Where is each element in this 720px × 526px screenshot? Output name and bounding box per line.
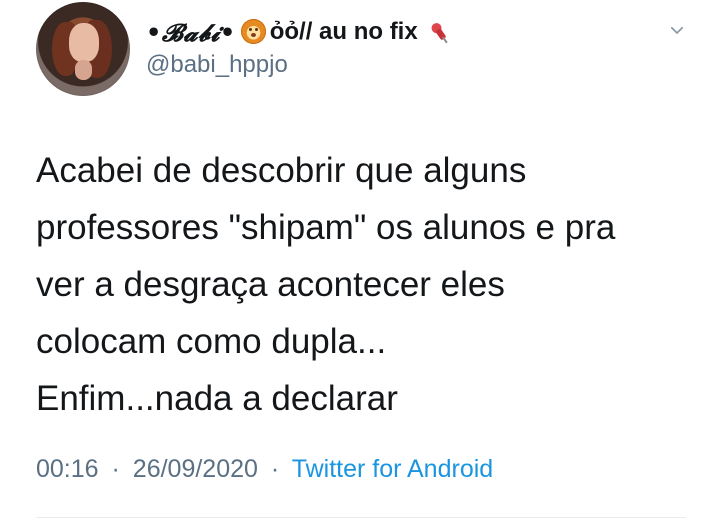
lion-nose [250,32,256,37]
username[interactable]: @babi_hppjo [146,51,288,79]
display-name: •𝓑𝓪𝓫𝓲• [146,17,236,47]
divider [36,517,686,518]
tweet-time[interactable]: 00:16 [36,455,99,483]
meta-separator-2: · [270,455,280,483]
avatar[interactable] [36,2,130,96]
meta-separator-1: · [111,455,120,483]
display-name-row[interactable]: •𝓑𝓪𝓫𝓲• ỏỏ// au no fix [146,11,452,53]
display-name-extra: ỏỏ// au no fix [269,18,418,45]
avatar-face [69,23,99,62]
tweet-source-link[interactable]: Twitter for Android [292,455,493,483]
tweet-date[interactable]: 26/09/2020 [133,455,258,483]
avatar-neck [75,60,92,80]
tweet-text-line-5: Enfim...nada a declarar [36,379,398,418]
tweet-meta: 00:16 · 26/09/2020 · Twitter for Android [36,455,493,484]
tweet-text: Acabei de descobrir que alguns professor… [36,142,686,427]
tweet-text-line-2: professores "shipam" os alunos e pra [36,208,616,247]
tweet-text-line-4: colocam como dupla... [36,322,387,361]
chevron-down-icon[interactable] [668,21,686,39]
tweet-text-line-3: ver a desgraça acontecer eles [36,265,505,304]
tweet-text-line-1: Acabei de descobrir que alguns [36,151,527,190]
tweet-card: •𝓑𝓪𝓫𝓲• ỏỏ// au no fix @babi_hppjo Acabei… [0,0,720,526]
pushpin-needle [441,36,448,44]
pushpin-icon [423,16,456,49]
lion-face-icon [240,18,266,44]
